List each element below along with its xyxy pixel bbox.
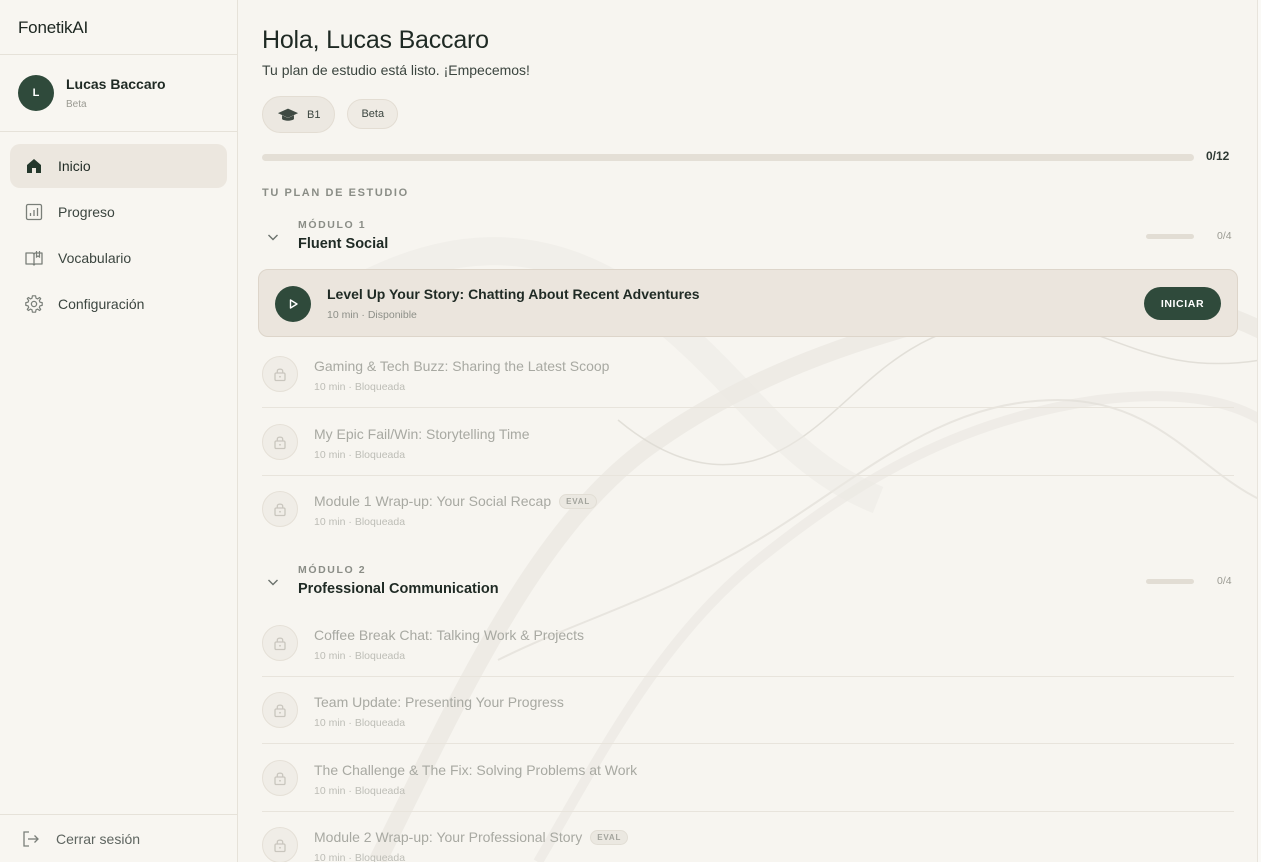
lesson-meta: 10 min · Bloqueada <box>314 516 406 528</box>
lesson-row[interactable]: Module 1 Wrap-up: Your Social Recap EVAL… <box>262 476 1234 543</box>
lesson-meta: 10 min · Bloqueada <box>314 449 406 461</box>
graduation-cap-icon <box>277 108 299 121</box>
lesson-meta: 10 min · Bloqueada <box>314 381 406 393</box>
module-progress-count: 0/4 <box>1217 575 1232 587</box>
page-title: Hola, Lucas Baccaro <box>262 26 489 54</box>
chevron-down-icon <box>268 579 278 586</box>
sidebar-nav: Inicio Progreso Vocabulario Configuració… <box>0 132 237 326</box>
module-progress-bar <box>1146 234 1194 239</box>
avatar: L <box>18 75 54 111</box>
lesson-row[interactable]: My Epic Fail/Win: Storytelling Time 10 m… <box>262 409 1234 476</box>
overall-progress-bar <box>262 154 1194 161</box>
lesson-row[interactable]: Module 2 Wrap-up: Your Professional Stor… <box>262 812 1234 862</box>
lesson-title: Module 2 Wrap-up: Your Professional Stor… <box>314 829 583 845</box>
book-icon <box>23 247 45 269</box>
sidebar-item-inicio[interactable]: Inicio <box>10 144 227 188</box>
lesson-title: My Epic Fail/Win: Storytelling Time <box>314 426 530 442</box>
lesson-title: Team Update: Presenting Your Progress <box>314 694 564 710</box>
home-icon <box>23 155 45 177</box>
lock-icon <box>262 692 298 728</box>
lesson-meta: 10 min · Bloqueada <box>314 717 406 729</box>
module-label: MÓDULO 2 <box>298 564 367 576</box>
lesson-title: The Challenge & The Fix: Solving Problem… <box>314 762 638 778</box>
overall-progress-count: 0/12 <box>1206 149 1230 163</box>
lock-icon <box>262 424 298 460</box>
lesson-title-wrapper: Module 1 Wrap-up: Your Social Recap EVAL <box>314 493 598 509</box>
sidebar-item-label: Configuración <box>58 296 145 312</box>
lesson-row[interactable]: The Challenge & The Fix: Solving Problem… <box>262 745 1234 812</box>
play-icon <box>289 299 298 309</box>
lesson-title: Coffee Break Chat: Talking Work & Projec… <box>314 627 585 643</box>
lesson-title: Gaming & Tech Buzz: Sharing the Latest S… <box>314 358 610 374</box>
module-progress-count: 0/4 <box>1217 230 1232 242</box>
lesson-row[interactable]: Coffee Break Chat: Talking Work & Projec… <box>262 610 1234 677</box>
badge-row: B1 Beta <box>262 96 399 133</box>
module-progress-bar <box>1146 579 1194 584</box>
module-name: Fluent Social <box>298 236 389 252</box>
logout-button[interactable]: Cerrar sesión <box>0 814 237 862</box>
sidebar-item-label: Vocabulario <box>58 250 132 266</box>
user-name: Lucas Baccaro <box>66 76 166 92</box>
sidebar-item-progreso[interactable]: Progreso <box>10 190 227 234</box>
lesson-row-active[interactable]: Level Up Your Story: Chatting About Rece… <box>258 269 1238 337</box>
sidebar: FonetikAI L Lucas Baccaro Beta Inicio Pr… <box>0 0 238 862</box>
chevron-down-icon <box>268 234 278 241</box>
lock-icon <box>262 625 298 661</box>
lesson-title: Level Up Your Story: Chatting About Rece… <box>327 286 700 302</box>
level-label: B1 <box>307 108 321 121</box>
lock-icon <box>262 356 298 392</box>
gear-icon <box>23 293 45 315</box>
sidebar-item-label: Progreso <box>58 204 115 220</box>
lesson-title: Module 1 Wrap-up: Your Social Recap <box>314 493 552 509</box>
main-content: Hola, Lucas Baccaro Tu plan de estudio e… <box>238 0 1261 862</box>
start-lesson-button[interactable]: INICIAR <box>1144 287 1221 320</box>
sidebar-item-vocabulario[interactable]: Vocabulario <box>10 236 227 280</box>
sidebar-item-configuracion[interactable]: Configuración <box>10 282 227 326</box>
lock-icon <box>262 491 298 527</box>
study-plan-heading: TU PLAN DE ESTUDIO <box>262 187 409 199</box>
module-header[interactable]: MÓDULO 1 Fluent Social 0/4 <box>262 219 1234 259</box>
app-shell: FonetikAI L Lucas Baccaro Beta Inicio Pr… <box>0 0 1261 862</box>
lock-icon <box>262 760 298 796</box>
eval-tag: EVAL <box>559 493 598 509</box>
logout-label: Cerrar sesión <box>56 830 141 847</box>
lesson-title-wrapper: Module 2 Wrap-up: Your Professional Stor… <box>314 829 629 845</box>
lesson-meta: 10 min · Disponible <box>327 309 417 321</box>
user-info: Lucas Baccaro Beta <box>66 76 166 110</box>
lesson-meta: 10 min · Bloqueada <box>314 785 406 797</box>
app-logo[interactable]: FonetikAI <box>0 0 237 55</box>
level-badge[interactable]: B1 <box>262 96 336 133</box>
user-plan: Beta <box>66 99 87 110</box>
eval-tag: EVAL <box>590 829 629 845</box>
logout-icon <box>20 828 42 850</box>
lesson-row[interactable]: Gaming & Tech Buzz: Sharing the Latest S… <box>262 341 1234 408</box>
lesson-row[interactable]: Team Update: Presenting Your Progress 10… <box>262 677 1234 744</box>
lesson-meta: 10 min · Bloqueada <box>314 852 406 862</box>
page-subtitle: Tu plan de estudio está listo. ¡Empecemo… <box>262 62 530 78</box>
module-name: Professional Communication <box>298 581 499 597</box>
plan-badge[interactable]: Beta <box>347 99 399 129</box>
lesson-meta: 10 min · Bloqueada <box>314 650 406 662</box>
module-label: MÓDULO 1 <box>298 219 367 231</box>
user-profile[interactable]: L Lucas Baccaro Beta <box>0 55 237 132</box>
module-header[interactable]: MÓDULO 2 Professional Communication 0/4 <box>262 564 1234 604</box>
lock-icon <box>262 827 298 862</box>
play-button[interactable] <box>275 286 311 322</box>
chart-icon <box>23 201 45 223</box>
scrollbar-track[interactable] <box>1257 0 1261 862</box>
sidebar-item-label: Inicio <box>58 158 91 174</box>
